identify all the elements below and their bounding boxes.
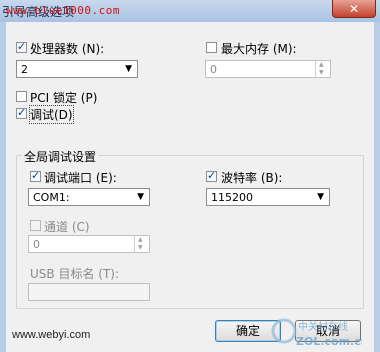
spin-down-icon: ▼ <box>138 244 143 251</box>
chevron-down-icon: ▼ <box>137 192 144 202</box>
debug-port-select[interactable]: COM1: ▼ <box>28 188 150 206</box>
channel-label: 通道 (C) <box>44 220 90 234</box>
zol-logo-icon: 中关村在线 ZOL.com.cn <box>271 318 369 348</box>
usb-target-input[interactable] <box>28 283 150 301</box>
title-bar[interactable]: 引导高级选项 www.blue1000.com ✕ <box>0 0 380 22</box>
channel-spin-buttons[interactable]: ▲ ▼ <box>134 236 149 252</box>
debug-port-checkbox[interactable]: ✓ <box>30 169 41 182</box>
max-memory-checkbox[interactable] <box>206 42 217 53</box>
check-icon: ✓ <box>31 169 41 182</box>
global-debug-group-title: 全局调试设置 <box>22 148 99 165</box>
spin-up-icon: ▲ <box>319 61 324 68</box>
processor-count-label: 处理器数 (N): <box>30 42 105 56</box>
watermark-bottom: www.webyi.com <box>12 329 91 341</box>
pci-lock-checkbox[interactable] <box>16 91 27 102</box>
chevron-down-icon: ▼ <box>125 64 132 74</box>
debug-port-label: 调试端口 (E): <box>44 171 117 185</box>
channel-value: 0 <box>33 238 40 251</box>
spin-down-icon: ▼ <box>319 69 324 76</box>
check-icon: ✓ <box>17 40 27 53</box>
close-icon: ✕ <box>348 2 360 16</box>
processor-count-select[interactable]: 2 ▼ <box>16 60 138 78</box>
close-button[interactable]: ✕ <box>332 0 376 18</box>
boot-advanced-options-dialog: 引导高级选项 www.blue1000.com ✕ ✓ 处理器数 (N): 2 … <box>0 0 380 352</box>
debug-checkbox[interactable]: ✓ <box>16 106 27 119</box>
baud-rate-select[interactable]: 115200 ▼ <box>206 188 330 206</box>
channel-checkbox[interactable] <box>30 220 41 231</box>
debug-label: 调试(D) <box>29 105 74 124</box>
debug-port-value: COM1: <box>33 191 70 204</box>
max-memory-spinner[interactable]: 0 ▲ ▼ <box>205 60 331 78</box>
processor-count-value: 2 <box>21 63 28 76</box>
channel-spinner[interactable]: 0 ▲ ▼ <box>28 235 150 253</box>
check-icon: ✓ <box>207 169 217 182</box>
zol-logo: 中关村在线 ZOL.com.cn <box>270 315 369 351</box>
max-memory-label: 最大内存 (M): <box>221 42 297 56</box>
logo-text: 中关村在线 <box>298 320 348 333</box>
baud-rate-checkbox[interactable]: ✓ <box>206 169 217 182</box>
watermark-top: www.blue1000.com <box>6 4 120 17</box>
baud-rate-label: 波特率 (B): <box>221 171 283 185</box>
pci-lock-label: PCI 锁定 (P) <box>30 91 98 105</box>
max-memory-value: 0 <box>210 63 217 76</box>
max-memory-spin-buttons[interactable]: ▲ ▼ <box>315 61 330 77</box>
spin-up-icon: ▲ <box>138 236 143 243</box>
processor-count-checkbox[interactable]: ✓ <box>16 40 27 53</box>
check-icon: ✓ <box>17 106 27 119</box>
usb-target-label: USB 目标名 (T): <box>30 267 119 281</box>
baud-rate-value: 115200 <box>211 191 253 204</box>
logo-sub: ZOL.com.cn <box>296 335 362 348</box>
chevron-down-icon: ▼ <box>317 192 324 202</box>
